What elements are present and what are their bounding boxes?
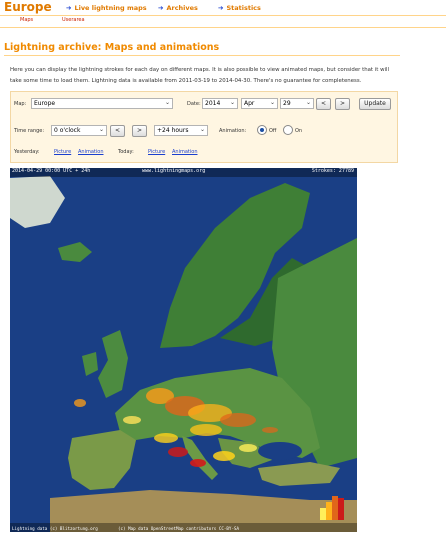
divider [0,15,446,16]
chevron-down-icon: ⌄ [229,99,235,106]
next-day-button[interactable]: > [335,98,350,110]
range-select[interactable]: +24 hours ⌄ [154,125,208,136]
month-value: Apr [244,100,255,107]
map-select[interactable]: Europe ⌄ [31,98,173,109]
yesterday-label: Yesterday: [14,149,40,155]
animation-label: Animation: [219,128,247,134]
today-picture-link[interactable]: Picture [148,149,165,155]
yesterday-picture-link[interactable]: Picture [54,149,71,155]
intro-text: Here you can display the lightning strok… [10,67,389,84]
map-credit-left: Lightning data (c) Blitzortung.org [12,526,98,531]
yesterday-animation-link[interactable]: Animation [78,149,104,155]
today-label: Today: [118,149,134,155]
chevron-down-icon: ⌄ [164,99,170,106]
prev-day-button[interactable]: < [316,98,331,110]
map-select-value: Europe [34,100,56,107]
year-value: 2014 [205,100,221,107]
arrow-icon: ➔ [158,4,164,12]
animation-off-radio[interactable] [257,125,267,135]
animation-on-label: On [295,128,303,134]
map-credit-right: (c) Map data OpenStreetMap contributors … [118,526,240,531]
year-select[interactable]: 2014 ⌄ [202,98,238,109]
chevron-down-icon: ⌄ [199,126,205,133]
arrow-icon: ➔ [66,4,72,12]
map-label: Map: [14,101,27,107]
nav-label: Statistics [226,4,261,12]
nav-live-lightning-maps[interactable]: ➔ Live lightning maps [66,4,147,12]
nav-statistics[interactable]: ➔ Statistics [218,4,261,12]
top-bar: Europe ➔ Live lightning maps ➔ Archives ➔ S… [0,0,446,16]
map-graphic [10,168,357,532]
archive-form: Map: Europe ⌄ Date: 2014 ⌄ Apr ⌄ 29 ⌄ < … [10,91,398,163]
range-value: +24 hours [157,127,189,134]
page-title: Lightning archive: Maps and animations [4,42,220,53]
chevron-down-icon: ⌄ [305,99,311,106]
date-label: Date: [187,101,201,107]
time-select[interactable]: 0 o'clock ⌄ [51,125,107,136]
map-timestamp: 2014-04-29 00:00 UTC + 24h [12,168,91,174]
nav-label: Archives [166,4,198,12]
day-value: 29 [283,100,291,107]
day-select[interactable]: 29 ⌄ [280,98,314,109]
map-site-label: www.lightningmaps.org [142,168,206,174]
animation-on-radio[interactable] [283,125,293,135]
divider [4,55,400,56]
chevron-down-icon: ⌄ [269,99,275,106]
today-animation-link[interactable]: Animation [172,149,198,155]
arrow-icon: ➔ [218,4,224,12]
divider [0,27,446,28]
chevron-down-icon: ⌄ [98,126,104,133]
month-select[interactable]: Apr ⌄ [241,98,278,109]
lightning-map[interactable]: 2014-04-29 00:00 UTC + 24h www.lightning… [10,168,357,532]
site-title: Europe [4,0,52,14]
map-stroke-count: Strokes: 27789 [311,168,354,174]
nav-label: Live lightning maps [74,4,147,12]
next-time-button[interactable]: > [132,125,147,137]
update-button[interactable]: Update [359,98,391,110]
sub-tabs: Maps Userarea [0,16,446,26]
tab-maps[interactable]: Maps [20,17,33,23]
animation-off-label: Off [269,128,277,134]
prev-time-button[interactable]: < [110,125,125,137]
time-range-label: Time range: [14,128,45,134]
nav-archives[interactable]: ➔ Archives [158,4,198,12]
tab-userarea[interactable]: Userarea [62,17,85,23]
time-value: 0 o'clock [54,127,81,134]
